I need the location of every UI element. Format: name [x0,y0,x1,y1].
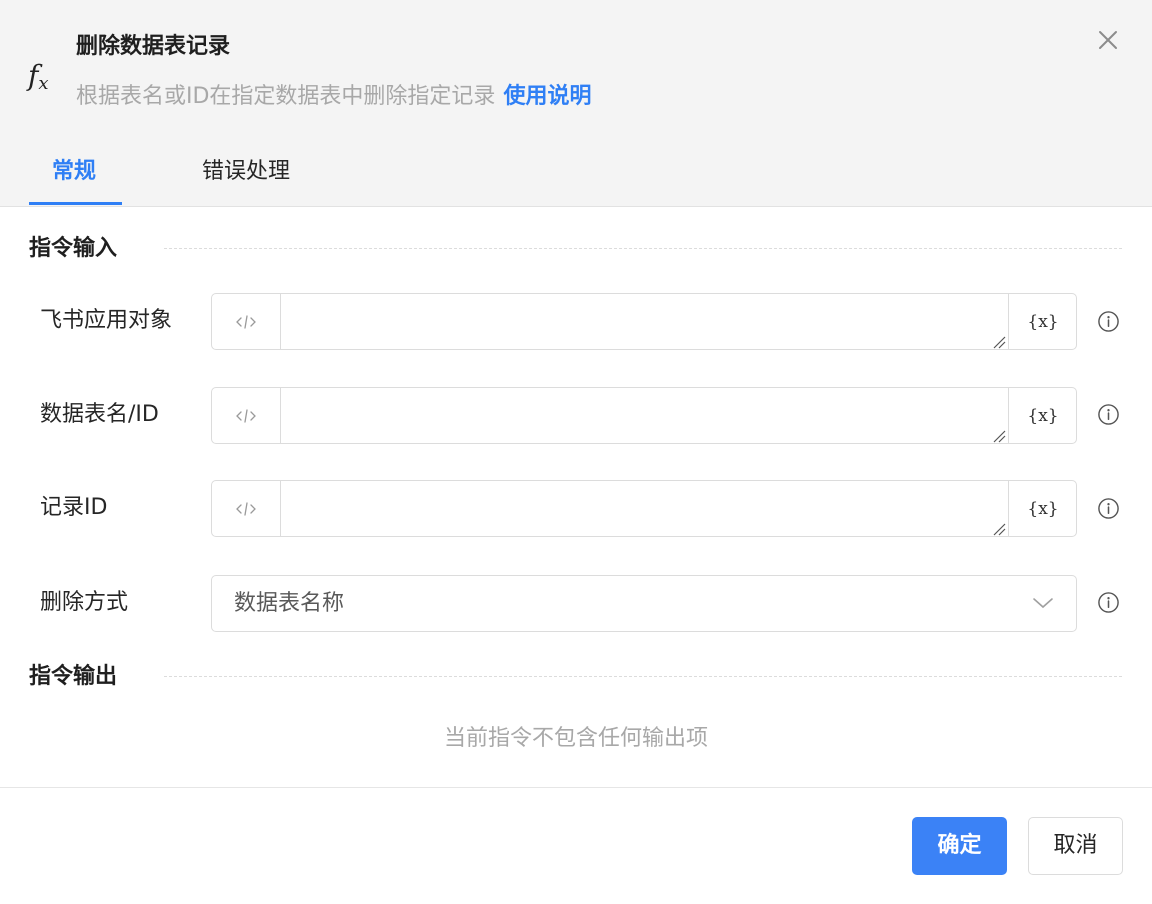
output-section-title: 指令输出 [29,664,118,689]
delete-mode-select[interactable]: 数据表名称 [211,575,1077,632]
tab-error-handling[interactable]: 错误处理 [202,156,290,188]
section-divider [164,248,1122,249]
code-icon [236,501,256,516]
table-name-field: {x} [211,387,1077,444]
resize-handle-icon[interactable] [992,522,1006,536]
active-tab-indicator [29,202,122,205]
code-mode-button[interactable] [212,294,281,349]
record-id-input[interactable] [281,481,1008,536]
dialog-description: 根据表名或ID在指定数据表中删除指定记录 使用说明 [76,82,591,112]
variable-icon: {x} [1027,498,1059,519]
code-mode-button[interactable] [212,481,281,536]
table-name-input[interactable] [281,388,1008,443]
dialog-header: fx 删除数据表记录 根据表名或ID在指定数据表中删除指定记录 使用说明 常规 错… [0,0,1152,207]
code-icon [236,314,256,329]
variable-button[interactable]: {x} [1008,388,1077,443]
variable-button[interactable]: {x} [1008,294,1077,349]
code-mode-button[interactable] [212,388,281,443]
variable-button[interactable]: {x} [1008,481,1077,536]
select-value: 数据表名称 [234,591,345,616]
info-icon[interactable] [1097,403,1120,426]
record-id-field: {x} [211,480,1077,537]
variable-icon: {x} [1027,311,1059,332]
info-icon[interactable] [1097,591,1120,614]
feishu-app-field: {x} [211,293,1077,350]
field-label-record-id: 记录ID [40,495,108,520]
resize-handle-icon[interactable] [992,429,1006,443]
resize-handle-icon[interactable] [992,335,1006,349]
help-link[interactable]: 使用说明 [503,84,591,109]
description-text: 根据表名或ID在指定数据表中删除指定记录 [76,84,496,109]
variable-icon: {x} [1027,405,1059,426]
field-label-table-name: 数据表名/ID [40,402,159,427]
info-icon[interactable] [1097,310,1120,333]
section-divider [164,676,1122,677]
feishu-app-input[interactable] [281,294,1008,349]
field-label-delete-mode: 删除方式 [40,590,129,615]
fx-icon: fx [28,59,49,94]
field-label-feishu-app: 飞书应用对象 [40,308,173,333]
chevron-down-icon [1033,598,1053,609]
empty-output-message: 当前指令不包含任何输出项 [443,726,708,751]
cancel-button[interactable]: 取消 [1028,817,1123,875]
info-icon[interactable] [1097,497,1120,520]
input-section-title: 指令输入 [29,236,118,261]
close-icon[interactable] [1092,24,1124,56]
code-icon [236,408,256,423]
footer-divider [0,787,1152,788]
dialog-title: 删除数据表记录 [76,34,231,59]
confirm-button[interactable]: 确定 [912,817,1007,875]
tab-general[interactable]: 常规 [52,156,96,188]
